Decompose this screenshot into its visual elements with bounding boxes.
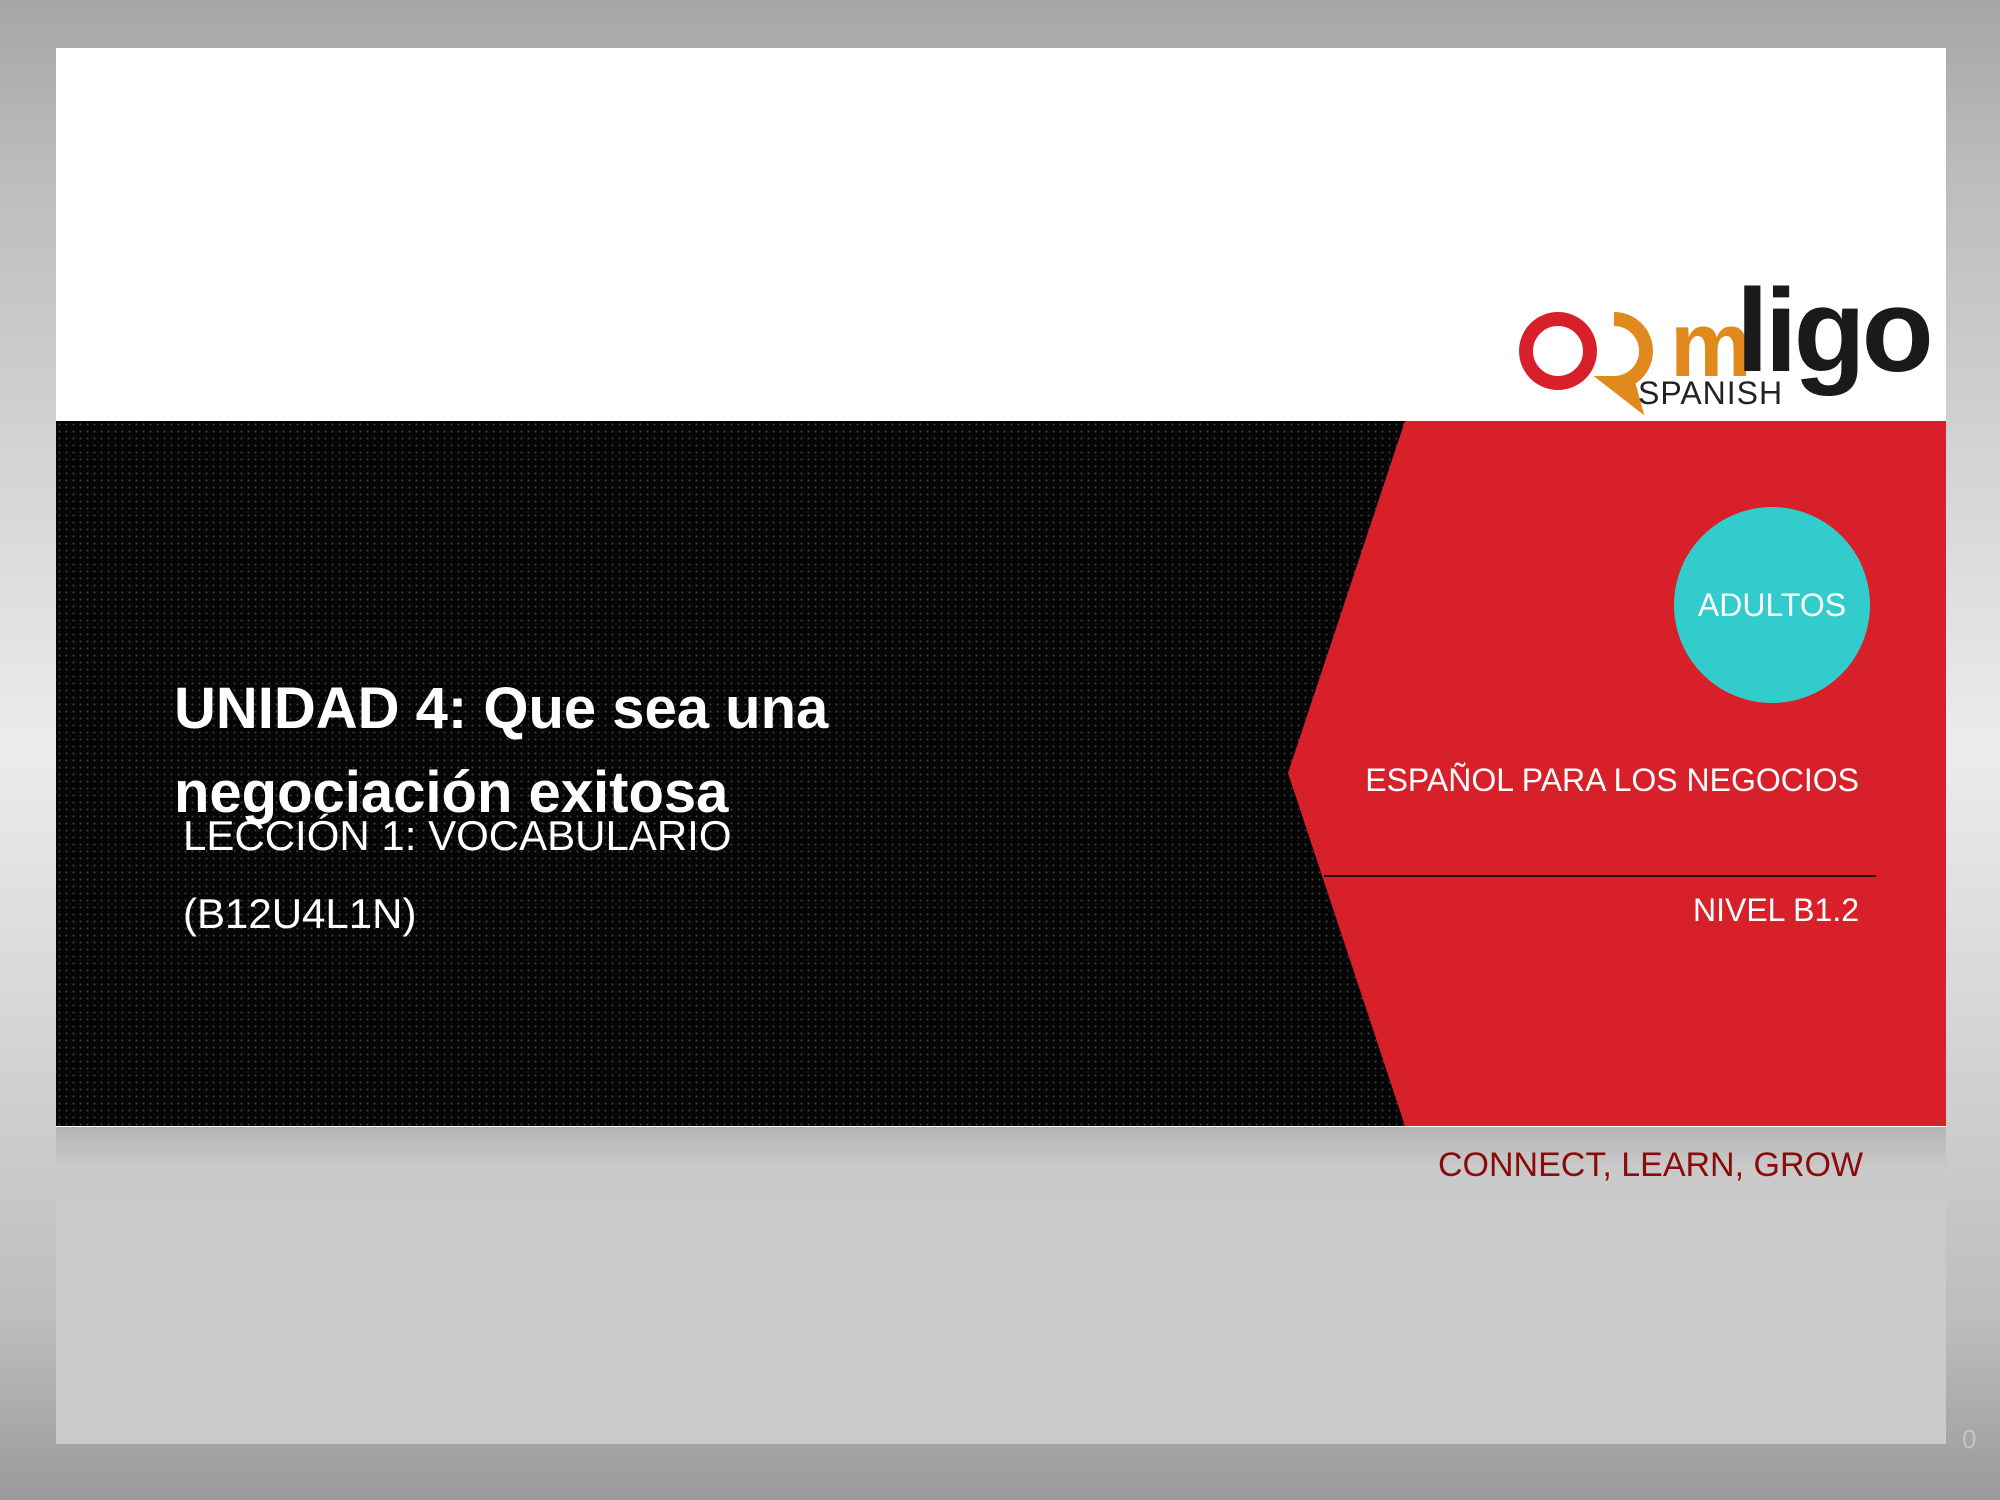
lesson-code: (B12U4L1N) xyxy=(183,890,417,937)
course-level: NIVEL B1.2 xyxy=(1692,892,1859,928)
logo-subtitle: SPANISH xyxy=(1638,375,1784,411)
page-number: 0 xyxy=(1962,1424,1977,1454)
audience-badge-label: ADULTOS xyxy=(1697,586,1847,623)
divider-line xyxy=(1324,875,1876,877)
title-line-1: UNIDAD 4: Que sea una xyxy=(174,676,829,741)
tagline: CONNECT, LEARN, GROW xyxy=(1438,1146,1864,1184)
course-name: ESPAÑOL PARA LOS NEGOCIOS xyxy=(1365,762,1859,798)
comligo-spanish-logo: m ligo SPANISH xyxy=(1514,271,1936,423)
audience-badge: ADULTOS xyxy=(1674,507,1870,703)
slide-title: UNIDAD 4: Que sea una negociación exitos… xyxy=(174,667,1074,835)
slide: m ligo SPANISH UNIDAD 4: Que sea una neg… xyxy=(56,48,1946,1444)
lesson-subtitle: LECCIÓN 1: VOCABULARIO xyxy=(183,812,732,859)
